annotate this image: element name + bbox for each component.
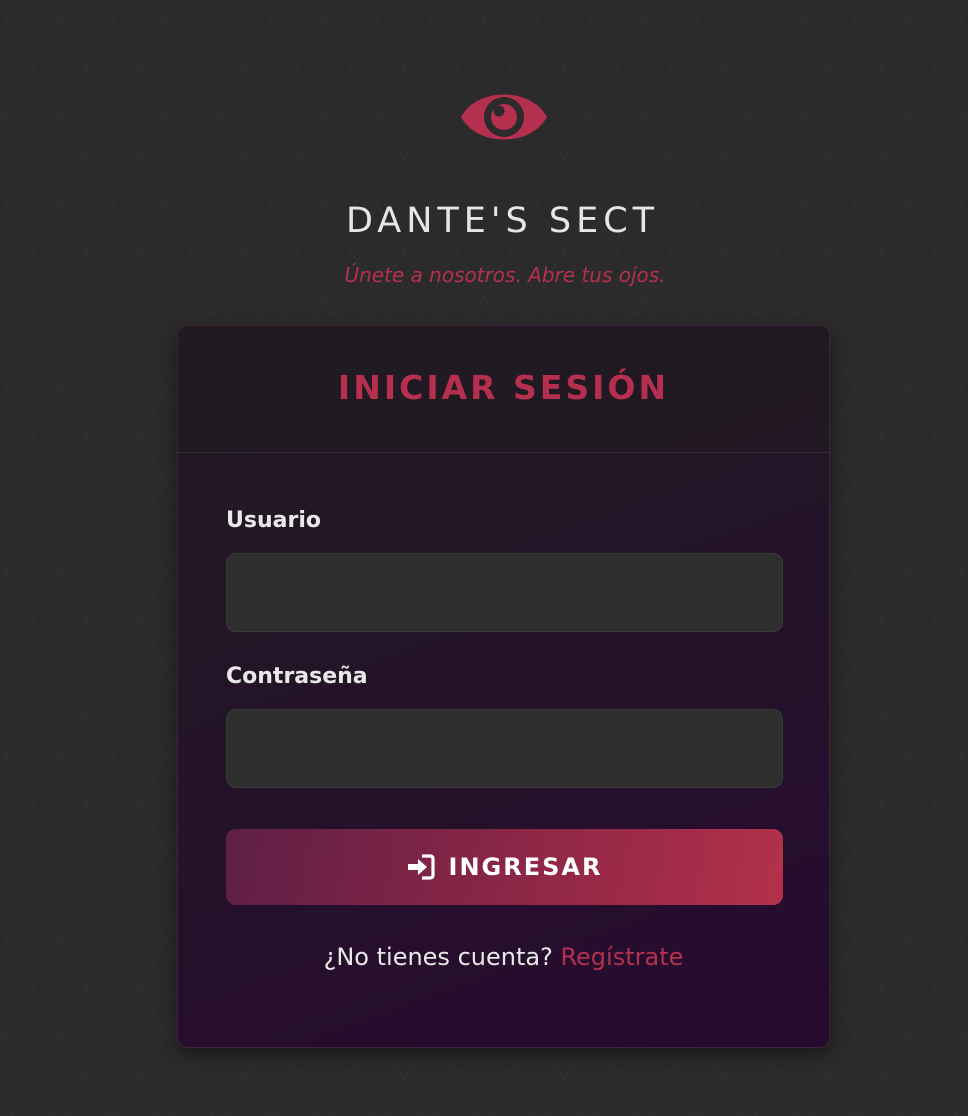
username-label: Usuario (226, 508, 321, 533)
site-title: DANTE'S SECT (345, 201, 660, 241)
password-label: Contraseña (226, 664, 368, 689)
eye-icon (459, 82, 549, 152)
tagline: Únete a nosotros. Abre tus ojos. (344, 263, 666, 287)
password-input[interactable] (226, 709, 783, 788)
register-row: ¿No tienes cuenta? Regístrate (178, 940, 829, 974)
login-submit-button[interactable]: INGRESAR (226, 829, 783, 905)
login-card-header: INICIAR SESIÓN (178, 326, 829, 453)
login-submit-label: INGRESAR (448, 853, 603, 881)
username-input[interactable] (226, 553, 783, 632)
login-card: INICIAR SESIÓN Usuario Contraseña INGRES… (177, 325, 830, 1048)
register-prompt: ¿No tienes cuenta? (323, 943, 561, 971)
sign-in-icon (407, 854, 435, 880)
login-title: INICIAR SESIÓN (337, 368, 670, 407)
register-link[interactable]: Regístrate (560, 943, 683, 971)
